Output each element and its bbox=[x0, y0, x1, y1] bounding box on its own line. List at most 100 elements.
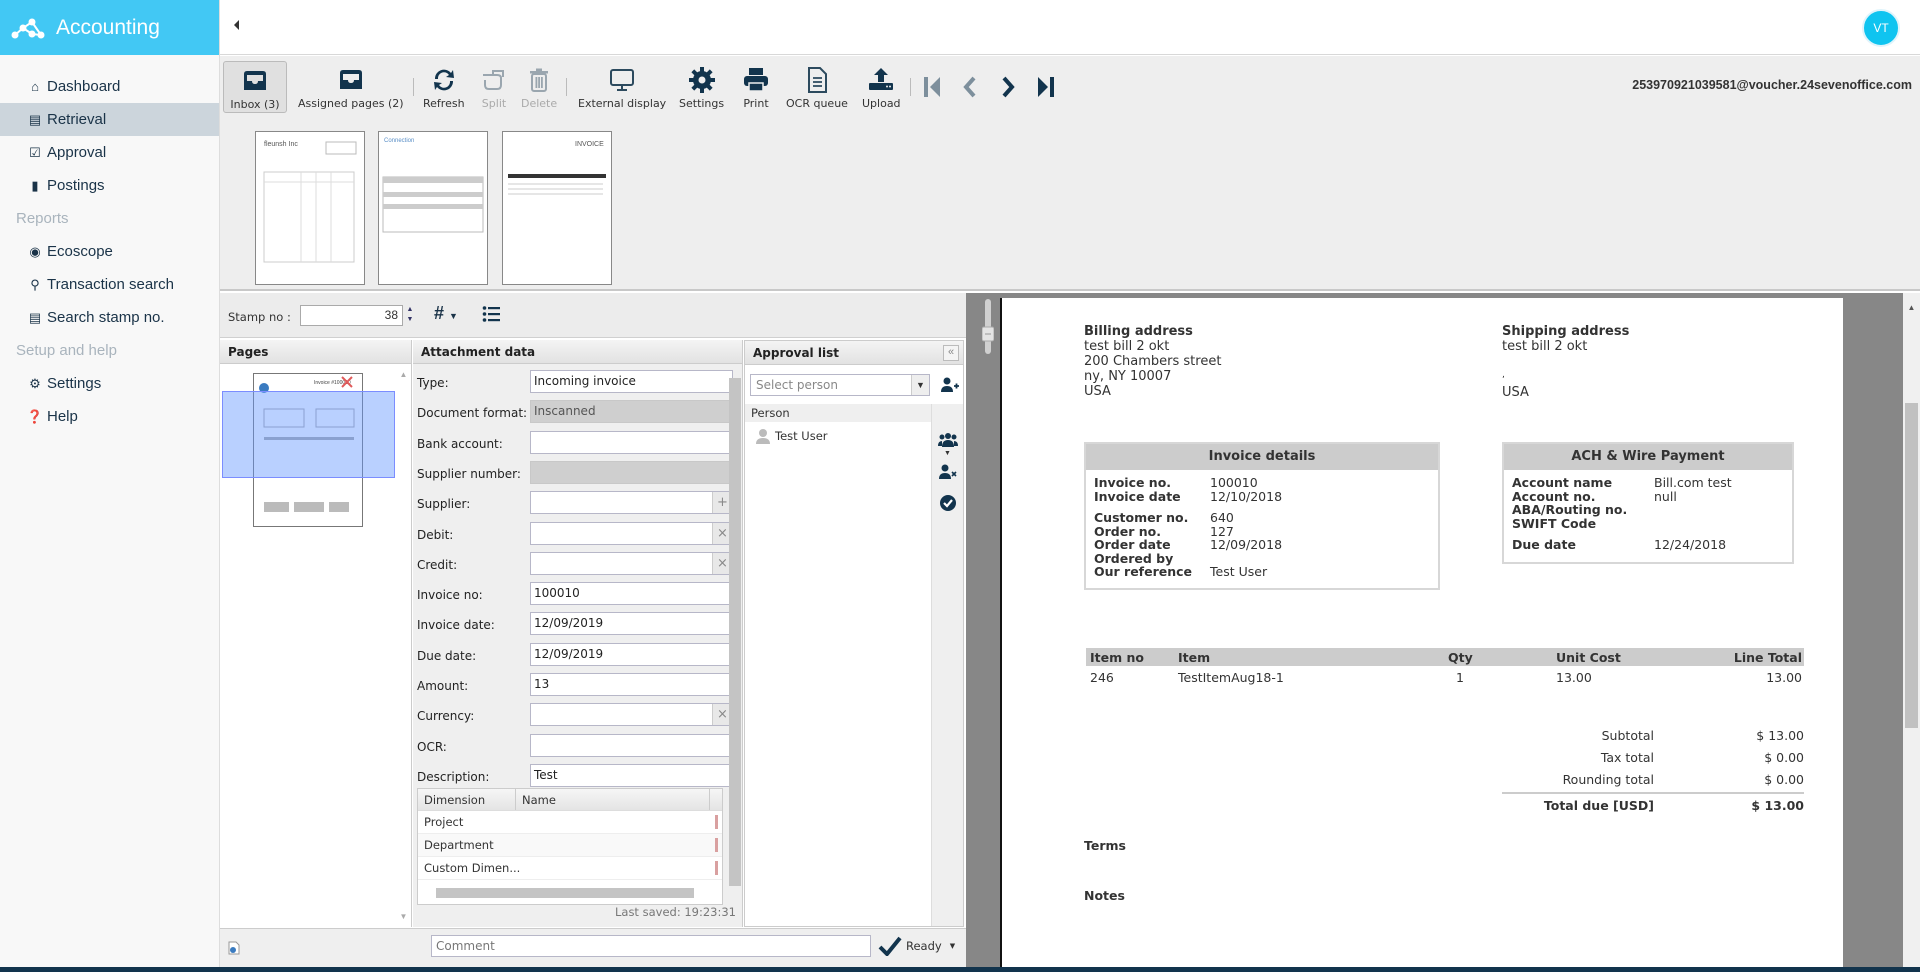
approve-check-icon[interactable] bbox=[939, 494, 957, 512]
delete-row-icon[interactable] bbox=[715, 815, 718, 829]
inbox-thumbnail[interactable]: INVOICE bbox=[502, 131, 612, 285]
inbox-button[interactable]: Inbox (3) bbox=[223, 61, 287, 113]
delete-button[interactable]: Delete bbox=[515, 61, 563, 113]
field-input[interactable]: × bbox=[530, 703, 733, 727]
external-display-label: External display bbox=[578, 97, 667, 110]
last-page-icon[interactable] bbox=[1030, 72, 1060, 102]
viewer-scrollbar[interactable]: ▲ bbox=[1903, 293, 1920, 967]
stamp-number-input[interactable]: 38 bbox=[300, 305, 403, 326]
sidebar-item-approval[interactable]: ☑ Approval bbox=[0, 136, 219, 169]
hscroll-thumb[interactable] bbox=[436, 888, 694, 898]
kv-row: Order no. 127 bbox=[1094, 524, 1438, 539]
dimension-hscroll[interactable] bbox=[418, 880, 722, 904]
dimension-column-header[interactable]: Dimension bbox=[418, 789, 516, 810]
scroll-down-icon[interactable]: ▼ bbox=[396, 912, 411, 921]
viewer-scroll-thumb[interactable] bbox=[1905, 403, 1918, 728]
kv-row: ABA/Routing no. bbox=[1512, 503, 1792, 517]
comment-input[interactable]: Comment bbox=[431, 935, 871, 957]
sidebar-item-label: Search stamp no. bbox=[47, 309, 165, 326]
invoice-document: Billing address test bill 2 okt 200 Cham… bbox=[1000, 298, 1843, 967]
scroll-up-icon[interactable]: ▲ bbox=[396, 370, 411, 379]
field-input[interactable] bbox=[530, 733, 733, 757]
print-button[interactable]: Print bbox=[735, 61, 777, 113]
dimension-row[interactable]: Project bbox=[418, 811, 722, 834]
kv-value: Bill.com test bbox=[1654, 475, 1732, 490]
inbox-thumbnail[interactable]: Connection bbox=[378, 131, 488, 285]
field-input[interactable]: 12/09/2019 bbox=[530, 612, 733, 636]
stamp-spinner[interactable]: ▲ ▼ bbox=[404, 305, 416, 326]
name-column-header[interactable]: Name bbox=[516, 789, 710, 810]
add-person-icon[interactable] bbox=[941, 377, 959, 393]
sidebar-item-dashboard[interactable]: ⌂ Dashboard bbox=[0, 70, 219, 103]
person-column-header[interactable]: Person bbox=[745, 404, 931, 422]
kv-row: Account name Bill.com test bbox=[1512, 476, 1792, 490]
field-input[interactable]: + bbox=[530, 491, 733, 515]
item-qty: 1 bbox=[1456, 670, 1464, 685]
field-value: Inscanned bbox=[534, 404, 596, 419]
approval-person-row[interactable]: Test User bbox=[755, 428, 828, 444]
field-input[interactable]: 12/09/2019 bbox=[530, 642, 733, 666]
field-row: Invoice no: 100010 bbox=[413, 580, 733, 610]
invoice-preview-icon: fleunsh Inc bbox=[263, 141, 357, 263]
kv-key: Order date bbox=[1094, 537, 1171, 552]
zoom-slider[interactable] bbox=[982, 299, 994, 354]
shipping-line: , bbox=[1502, 369, 1505, 380]
delete-row-icon[interactable] bbox=[715, 861, 718, 875]
scroll-up-icon[interactable]: ▲ bbox=[1903, 303, 1920, 312]
split-button[interactable]: Split bbox=[473, 61, 515, 113]
item-line-total: 13.00 bbox=[1766, 670, 1802, 685]
select-person-dropdown[interactable]: Select person ▼ bbox=[750, 374, 930, 396]
collapse-panel-icon[interactable]: « bbox=[943, 345, 959, 361]
sidebar-item-postings[interactable]: ▮ Postings bbox=[0, 169, 219, 202]
delete-row-icon[interactable] bbox=[715, 838, 718, 852]
collapse-sidebar-icon[interactable] bbox=[234, 20, 239, 30]
attachment-scrollbar[interactable] bbox=[729, 378, 741, 886]
field-row: Document format: Inscanned bbox=[413, 398, 733, 428]
previous-icon[interactable] bbox=[955, 72, 985, 102]
ready-status-button[interactable]: Ready ▼ bbox=[878, 934, 955, 958]
sidebar-item-retrieval[interactable]: ▤ Retrieval bbox=[0, 103, 219, 136]
field-input[interactable]: × bbox=[530, 521, 733, 545]
refresh-button[interactable]: Refresh bbox=[417, 61, 471, 113]
list-icon[interactable] bbox=[482, 305, 500, 323]
inbox-label: Inbox (3) bbox=[230, 98, 280, 111]
hash-menu-button[interactable]: # ▼ bbox=[434, 303, 458, 324]
upload-button[interactable]: Upload bbox=[856, 61, 907, 113]
dimension-row[interactable]: Custom Dimen... bbox=[418, 857, 722, 880]
field-input[interactable] bbox=[530, 430, 733, 454]
field-input[interactable]: Incoming invoice bbox=[530, 370, 733, 393]
sidebar-item-label: Help bbox=[47, 408, 78, 425]
pages-scrollbar[interactable]: ▲ ▼ bbox=[396, 364, 411, 927]
sidebar-item-transaction-search[interactable]: ⚲ Transaction search bbox=[0, 268, 219, 301]
caret-down-icon: ▼ bbox=[949, 942, 956, 950]
payment-box: ACH & Wire Payment Account name Bill.com … bbox=[1502, 442, 1794, 564]
next-icon[interactable] bbox=[993, 72, 1023, 102]
total-value: $ 13.00 bbox=[1751, 798, 1804, 813]
brand-header[interactable]: Accounting bbox=[0, 0, 219, 55]
sidebar-item-settings[interactable]: ⚙ Settings bbox=[0, 367, 219, 400]
inbox-thumbnail[interactable]: fleunsh Inc bbox=[255, 131, 365, 285]
avatar[interactable]: VT bbox=[1862, 9, 1900, 47]
person-name: Test User bbox=[775, 429, 828, 443]
remove-person-icon[interactable] bbox=[939, 464, 957, 480]
info-document-icon[interactable] bbox=[228, 941, 240, 955]
assigned-label: Assigned pages (2) bbox=[298, 97, 404, 110]
chevron-down-icon[interactable]: ▼ bbox=[911, 375, 929, 395]
field-input[interactable]: Test bbox=[530, 763, 733, 787]
external-display-button[interactable]: External display bbox=[572, 61, 672, 113]
group-icon[interactable] bbox=[938, 432, 958, 448]
assigned-pages-button[interactable]: Assigned pages (2) bbox=[292, 61, 410, 113]
sidebar-item-ecoscope[interactable]: ◉ Ecoscope bbox=[0, 235, 219, 268]
sidebar-item-search-stamp[interactable]: ▤ Search stamp no. bbox=[0, 301, 219, 334]
page-selection-highlight[interactable] bbox=[222, 391, 395, 478]
printer-icon bbox=[744, 68, 768, 92]
field-input[interactable]: 13 bbox=[530, 673, 733, 696]
ocr-queue-button[interactable]: OCR queue bbox=[780, 61, 854, 113]
field-input[interactable]: × bbox=[530, 551, 733, 575]
settings-button[interactable]: Settings bbox=[673, 61, 730, 113]
first-page-icon[interactable] bbox=[918, 72, 948, 102]
sidebar-item-help[interactable]: ❓ Help bbox=[0, 400, 219, 433]
dimension-row[interactable]: Department bbox=[418, 834, 722, 857]
field-input[interactable]: 100010 bbox=[530, 582, 733, 606]
caret-down-icon[interactable]: ▼ bbox=[944, 450, 951, 457]
